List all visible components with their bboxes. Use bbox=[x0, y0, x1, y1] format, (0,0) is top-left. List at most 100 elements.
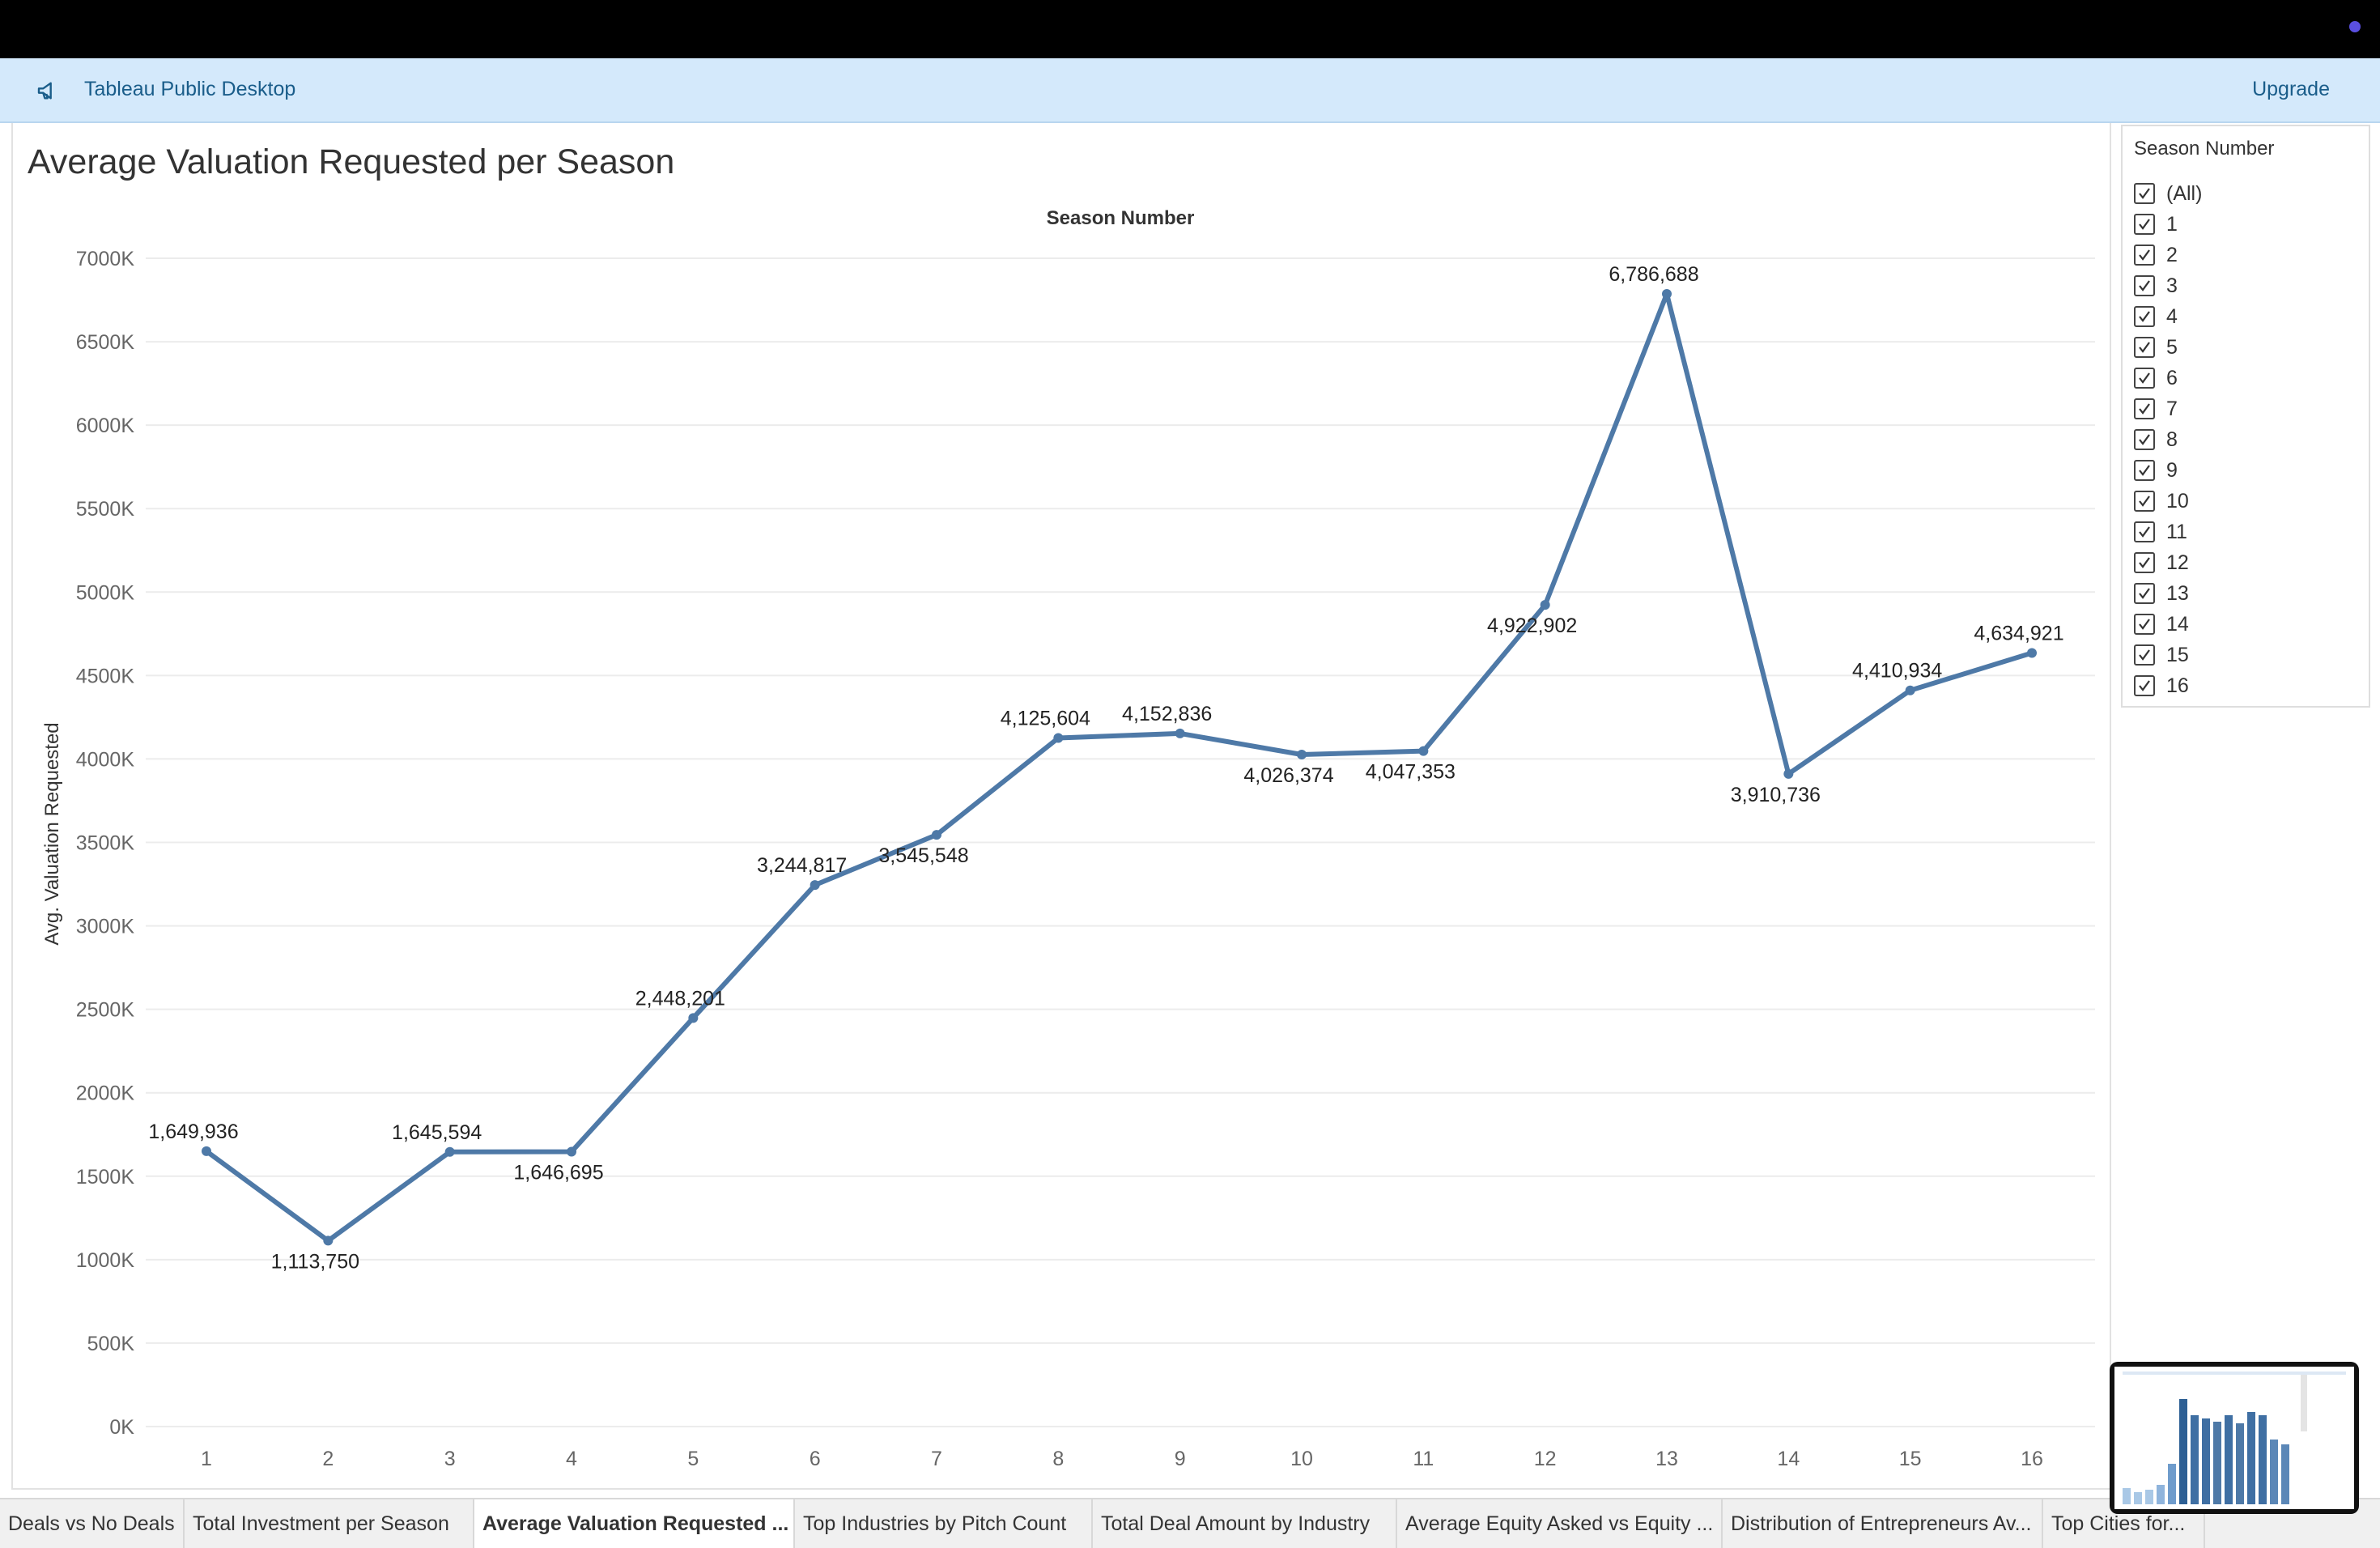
x-axis-title: Season Number bbox=[1047, 207, 1195, 229]
filter-item[interactable]: 9 bbox=[2134, 455, 2202, 486]
y-tick-label: 0K bbox=[109, 1416, 134, 1439]
filter-item[interactable]: 16 bbox=[2134, 670, 2202, 701]
y-tick-label: 5500K bbox=[76, 498, 135, 521]
sheet-tab[interactable]: Distribution of Entrepreneurs Av... bbox=[1723, 1499, 2043, 1548]
thumbnail-bars-icon bbox=[2123, 1372, 2346, 1504]
checkbox-checked-icon[interactable] bbox=[2134, 183, 2155, 204]
x-tick-label: 16 bbox=[2021, 1448, 2043, 1470]
x-tick-label: 6 bbox=[810, 1448, 821, 1470]
filter-item[interactable]: 13 bbox=[2134, 578, 2202, 609]
filter-item-label: 3 bbox=[2166, 274, 2178, 297]
data-point bbox=[1297, 749, 1307, 759]
filter-item[interactable]: 12 bbox=[2134, 547, 2202, 578]
data-label: 4,152,836 bbox=[1122, 703, 1212, 725]
upgrade-link[interactable]: Upgrade bbox=[2252, 78, 2330, 101]
x-tick-label: 9 bbox=[1175, 1448, 1186, 1470]
checkbox-checked-icon[interactable] bbox=[2134, 275, 2155, 296]
data-point bbox=[1662, 288, 1672, 299]
filter-item-label: 16 bbox=[2166, 674, 2189, 697]
line-chart[interactable]: 0K 500K 1000K 1500K 2000K 2500K 3000K 3500K 4000… bbox=[0, 0, 2105, 1490]
data-label: 4,125,604 bbox=[1001, 708, 1090, 730]
status-dot-icon bbox=[2349, 21, 2361, 32]
filter-item-label: 7 bbox=[2166, 397, 2178, 420]
checkbox-checked-icon[interactable] bbox=[2134, 306, 2155, 327]
season-filter-panel: Season Number (All) 1 2 3 4 5 6 7 8 9 10 11 12 13 14 15… bbox=[2121, 125, 2370, 708]
thumbnail-preview-image bbox=[2114, 1367, 2354, 1509]
checkbox-checked-icon[interactable] bbox=[2134, 398, 2155, 419]
filter-item[interactable]: 5 bbox=[2134, 332, 2202, 363]
y-tick-label: 3000K bbox=[76, 916, 135, 938]
checkbox-checked-icon[interactable] bbox=[2134, 614, 2155, 635]
checkbox-checked-icon[interactable] bbox=[2134, 491, 2155, 512]
checkbox-checked-icon[interactable] bbox=[2134, 337, 2155, 358]
checkbox-checked-icon[interactable] bbox=[2134, 460, 2155, 481]
filter-item-label: 1 bbox=[2166, 212, 2178, 236]
data-point bbox=[1053, 733, 1064, 743]
y-tick-label: 7000K bbox=[76, 248, 135, 270]
data-label: 1,649,936 bbox=[148, 1121, 238, 1143]
filter-item[interactable]: 10 bbox=[2134, 486, 2202, 517]
x-tick-label: 10 bbox=[1290, 1448, 1313, 1470]
data-point bbox=[323, 1235, 334, 1246]
filter-title: Season Number bbox=[2134, 138, 2275, 159]
data-point bbox=[202, 1146, 211, 1156]
checkbox-checked-icon[interactable] bbox=[2134, 214, 2155, 235]
filter-item[interactable]: 2 bbox=[2134, 240, 2202, 270]
filter-item[interactable]: 7 bbox=[2134, 393, 2202, 424]
sheet-tab[interactable]: Deals vs No Deals bbox=[0, 1499, 185, 1548]
filter-item[interactable]: 3 bbox=[2134, 270, 2202, 301]
x-tick-label: 2 bbox=[322, 1448, 334, 1470]
checkbox-checked-icon[interactable] bbox=[2134, 245, 2155, 266]
checkbox-checked-icon[interactable] bbox=[2134, 429, 2155, 450]
data-label: 6,786,688 bbox=[1609, 263, 1698, 286]
filter-item[interactable]: (All) bbox=[2134, 178, 2202, 209]
y-tick-label: 500K bbox=[87, 1333, 135, 1355]
x-tick-label: 8 bbox=[1052, 1448, 1064, 1470]
filter-item[interactable]: 14 bbox=[2134, 609, 2202, 640]
filter-list: (All) 1 2 3 4 5 6 7 8 9 10 11 12 13 14 15 16 bbox=[2134, 178, 2202, 701]
x-tick-label: 12 bbox=[1534, 1448, 1557, 1470]
filter-item[interactable]: 4 bbox=[2134, 301, 2202, 332]
filter-item-label: 4 bbox=[2166, 304, 2178, 328]
checkbox-checked-icon[interactable] bbox=[2134, 583, 2155, 604]
checkbox-checked-icon[interactable] bbox=[2134, 675, 2155, 696]
data-label: 1,646,695 bbox=[513, 1162, 603, 1184]
sheet-preview-thumbnail[interactable] bbox=[2110, 1362, 2359, 1514]
data-label: 4,026,374 bbox=[1243, 764, 1333, 787]
x-tick-label: 4 bbox=[566, 1448, 577, 1470]
y-axis-title: Avg. Valuation Requested bbox=[41, 722, 63, 945]
filter-item-label: (All) bbox=[2166, 181, 2203, 205]
filter-item[interactable]: 1 bbox=[2134, 209, 2202, 240]
checkbox-checked-icon[interactable] bbox=[2134, 552, 2155, 573]
data-point bbox=[1175, 728, 1185, 738]
sheet-tab[interactable]: Total Investment per Season bbox=[185, 1499, 474, 1548]
x-tick-label: 7 bbox=[931, 1448, 942, 1470]
sheet-tab[interactable]: Average Valuation Requested ... bbox=[474, 1499, 795, 1548]
filter-item[interactable]: 15 bbox=[2134, 640, 2202, 670]
y-tick-label: 1000K bbox=[76, 1249, 135, 1272]
x-tick-label: 13 bbox=[1655, 1448, 1678, 1470]
filter-item-label: 13 bbox=[2166, 581, 2189, 605]
data-label: 4,634,921 bbox=[1974, 623, 2063, 645]
filter-item-label: 5 bbox=[2166, 335, 2178, 359]
series-line bbox=[205, 291, 2033, 1244]
y-tick-label: 4000K bbox=[76, 748, 135, 771]
data-label: 1,113,750 bbox=[271, 1250, 359, 1273]
sheet-tab-bar: Deals vs No Deals Total Investment per Se… bbox=[0, 1498, 2380, 1548]
filter-item-label: 10 bbox=[2166, 489, 2189, 512]
checkbox-checked-icon[interactable] bbox=[2134, 521, 2155, 542]
x-tick-label: 5 bbox=[687, 1448, 699, 1470]
data-label: 3,545,548 bbox=[878, 844, 968, 867]
filter-item[interactable]: 8 bbox=[2134, 424, 2202, 455]
sheet-tab[interactable]: Total Deal Amount by Industry bbox=[1093, 1499, 1397, 1548]
sheet-tab[interactable]: Average Equity Asked vs Equity ... bbox=[1397, 1499, 1723, 1548]
data-point bbox=[688, 1013, 699, 1023]
x-tick-label: 3 bbox=[444, 1448, 456, 1470]
filter-item[interactable]: 11 bbox=[2134, 517, 2202, 547]
checkbox-checked-icon[interactable] bbox=[2134, 644, 2155, 666]
y-tick-label: 6000K bbox=[76, 415, 135, 437]
filter-item[interactable]: 6 bbox=[2134, 363, 2202, 393]
y-tick-label: 1500K bbox=[76, 1166, 135, 1189]
sheet-tab[interactable]: Top Industries by Pitch Count bbox=[795, 1499, 1093, 1548]
checkbox-checked-icon[interactable] bbox=[2134, 368, 2155, 389]
